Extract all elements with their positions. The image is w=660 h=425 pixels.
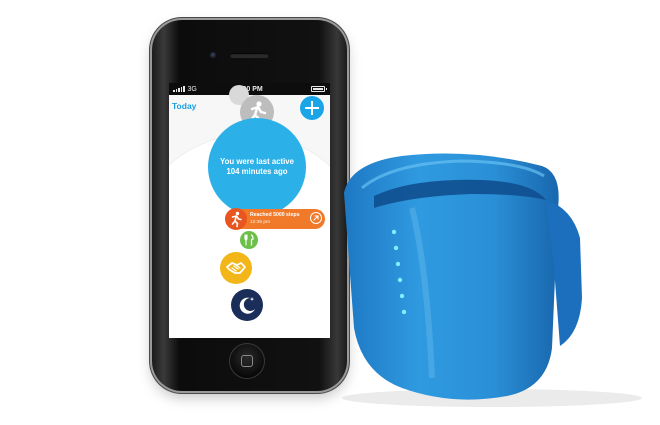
- last-active-bubble[interactable]: You were last active 104 minutes ago: [208, 118, 306, 216]
- front-camera: [210, 52, 217, 59]
- last-active-line1: You were last active: [220, 157, 294, 166]
- event-title: Reached 5000 steps: [250, 212, 300, 218]
- home-button: [229, 343, 265, 379]
- phone-screen: 3G 2:00 PM Today You were last active 10…: [169, 83, 330, 338]
- sleep-bubble[interactable]: [231, 289, 263, 321]
- handshake-icon: [226, 262, 246, 274]
- status-time: 2:00 PM: [236, 85, 263, 93]
- last-active-line2: 104 minutes ago: [226, 167, 288, 176]
- product-photo: 3G 2:00 PM Today You were last active 10…: [0, 0, 660, 425]
- meal-bubble[interactable]: [240, 231, 258, 249]
- smartphone: 3G 2:00 PM Today You were last active 10…: [152, 20, 347, 391]
- open-arrow-icon[interactable]: [310, 212, 322, 224]
- steps-event-card[interactable]: Reached 5000 steps 12:35 pm: [225, 208, 325, 230]
- activity-app: Today You were last active 104 minutes a…: [169, 85, 330, 338]
- status-bar: 3G 2:00 PM: [169, 83, 330, 95]
- event-time: 12:35 pm: [250, 220, 271, 225]
- add-button[interactable]: [300, 96, 324, 120]
- battery-icon: [311, 86, 327, 92]
- nav-title-today[interactable]: Today: [172, 101, 196, 111]
- steps-event-bubble: [225, 208, 247, 230]
- sleep-moon-icon: [239, 297, 255, 314]
- earpiece-speaker: [230, 53, 269, 58]
- running-icon: [231, 211, 242, 228]
- fitness-wristband: [342, 153, 642, 407]
- meal-icon: [244, 234, 254, 246]
- social-bubble[interactable]: [220, 252, 252, 284]
